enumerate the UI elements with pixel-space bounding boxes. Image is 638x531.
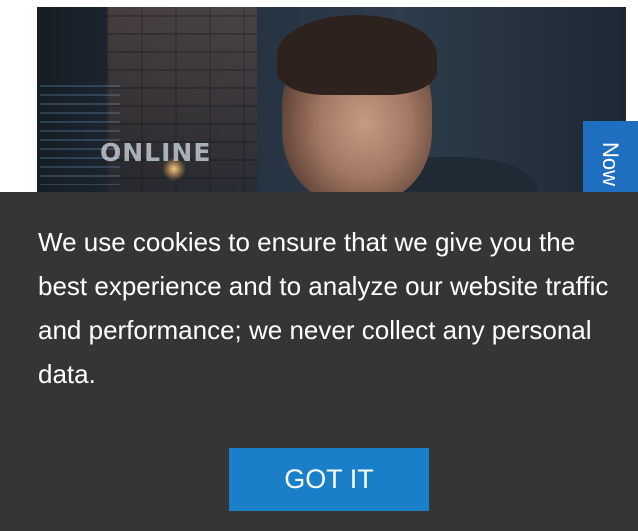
hero-image: ONLINE [37,7,626,197]
cookie-message: We use cookies to ensure that we give yo… [38,227,609,389]
got-it-button[interactable]: GOT IT [229,448,429,511]
hero-light-glow [162,157,186,181]
hero-online-text: ONLINE [100,138,212,167]
cookie-banner: We use cookies to ensure that we give yo… [0,192,638,531]
page: ONLINE Now We use cookies to ensure that… [0,0,638,531]
side-tab-label: Now [598,141,624,186]
hero-code-overlay [40,85,120,185]
hero-person-hair [277,15,437,95]
